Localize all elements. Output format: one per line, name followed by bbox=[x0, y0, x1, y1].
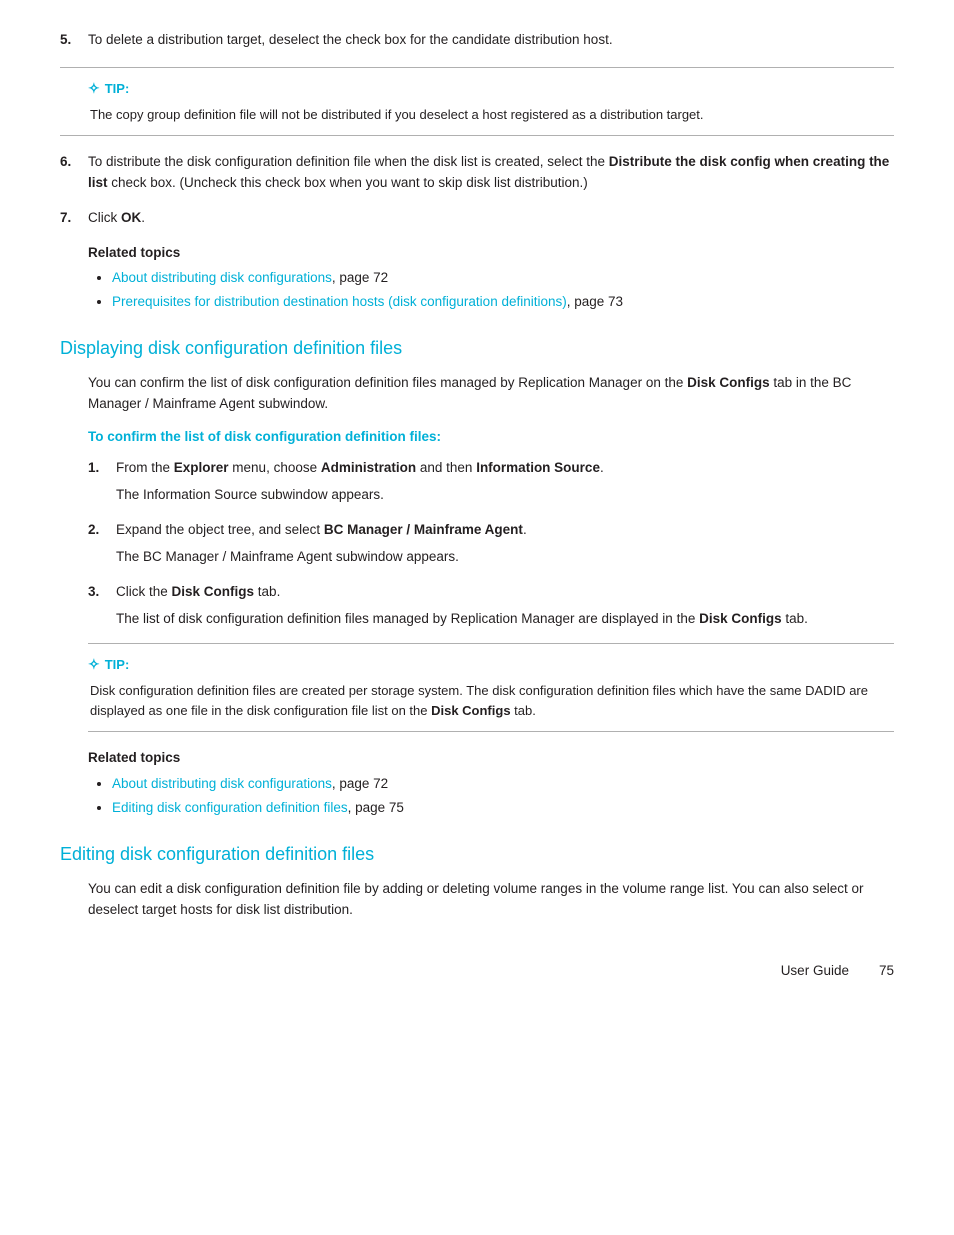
tip-box-1: ✧ TIP: The copy group definition file wi… bbox=[60, 67, 894, 136]
step-7-number: 7. bbox=[60, 208, 88, 229]
related-topics-top: Related topics About distributing disk c… bbox=[60, 243, 894, 314]
d-s3-bold1: Disk Configs bbox=[172, 584, 255, 599]
step-5-number: 5. bbox=[60, 30, 88, 51]
section-editing-intro: You can edit a disk configuration defini… bbox=[88, 879, 894, 921]
related-link-displaying-2[interactable]: Editing disk configuration definition fi… bbox=[112, 800, 348, 815]
tip-box-2: ✧ TIP: Disk configuration definition fil… bbox=[88, 643, 894, 732]
related-topics-label-displaying: Related topics bbox=[88, 748, 894, 769]
step-6-content: To distribute the disk configuration def… bbox=[88, 152, 894, 194]
d-s3-before: Click the bbox=[116, 584, 172, 599]
footer-page-number: 75 bbox=[879, 961, 894, 982]
d-s2-subtext: The BC Manager / Mainframe Agent subwind… bbox=[116, 547, 894, 568]
tip-1-label: ✧ TIP: bbox=[88, 78, 894, 100]
related-page-top-2: , page 73 bbox=[567, 294, 623, 309]
footer-label: User Guide bbox=[781, 961, 849, 982]
related-list-top: About distributing disk configurations, … bbox=[88, 268, 894, 313]
related-item-top-2: Prerequisites for distribution destinati… bbox=[112, 292, 894, 313]
related-page-displaying-1: , page 72 bbox=[332, 776, 388, 791]
section-displaying-body: You can confirm the list of disk configu… bbox=[60, 373, 894, 819]
tip-2-label: ✧ TIP: bbox=[88, 654, 894, 676]
tip-2-label-text: TIP: bbox=[105, 655, 130, 675]
step-6-text-after: check box. (Uncheck this check box when … bbox=[108, 175, 588, 190]
d-s1-subtext: The Information Source subwindow appears… bbox=[116, 485, 894, 506]
d-s3-after: tab. bbox=[254, 584, 280, 599]
step-5: 5. To delete a distribution target, dese… bbox=[60, 30, 894, 51]
step-7-text-before: Click bbox=[88, 210, 121, 225]
related-link-top-1[interactable]: About distributing disk configurations bbox=[112, 270, 332, 285]
intro-text-before: You can confirm the list of disk configu… bbox=[88, 375, 687, 390]
related-list-displaying: About distributing disk configurations, … bbox=[88, 774, 894, 819]
related-topics-displaying: Related topics About distributing disk c… bbox=[88, 748, 894, 819]
related-link-displaying-1[interactable]: About distributing disk configurations bbox=[112, 776, 332, 791]
top-steps-section: 5. To delete a distribution target, dese… bbox=[60, 30, 894, 313]
step-7-text-after: . bbox=[141, 210, 145, 225]
step-6-text-before: To distribute the disk configuration def… bbox=[88, 154, 609, 169]
related-page-displaying-2: , page 75 bbox=[348, 800, 404, 815]
subsection-heading-displaying: To confirm the list of disk configuratio… bbox=[88, 427, 894, 448]
d-s2-after: . bbox=[523, 522, 527, 537]
d-s1-bold2: Administration bbox=[321, 460, 416, 475]
d-s1-mid2: and then bbox=[416, 460, 476, 475]
step-5-content: To delete a distribution target, deselec… bbox=[88, 30, 894, 51]
displaying-step-3-content: Click the Disk Configs tab. The list of … bbox=[116, 582, 894, 630]
tip-2-text-after: tab. bbox=[511, 703, 536, 718]
tip-1-label-text: TIP: bbox=[105, 79, 130, 99]
page-footer: User Guide 75 bbox=[60, 961, 894, 982]
related-item-displaying-2: Editing disk configuration definition fi… bbox=[112, 798, 894, 819]
displaying-step-3-num: 3. bbox=[88, 582, 116, 603]
step-7: 7. Click OK. bbox=[60, 208, 894, 229]
displaying-step-1-content: From the Explorer menu, choose Administr… bbox=[116, 458, 894, 506]
step-7-content: Click OK. bbox=[88, 208, 894, 229]
intro-bold: Disk Configs bbox=[687, 375, 770, 390]
d-s1-before: From the bbox=[116, 460, 174, 475]
displaying-step-3: 3. Click the Disk Configs tab. The list … bbox=[88, 582, 894, 630]
section-editing: Editing disk configuration definition fi… bbox=[60, 841, 894, 921]
displaying-step-1: 1. From the Explorer menu, choose Admini… bbox=[88, 458, 894, 506]
tip-2-bold: Disk Configs bbox=[431, 703, 510, 718]
section-displaying-intro: You can confirm the list of disk configu… bbox=[88, 373, 894, 415]
d-s2-bold1: BC Manager / Mainframe Agent bbox=[324, 522, 523, 537]
related-item-displaying-1: About distributing disk configurations, … bbox=[112, 774, 894, 795]
step-6-number: 6. bbox=[60, 152, 88, 173]
d-s1-after: . bbox=[600, 460, 604, 475]
d-s3-subtext: The list of disk configuration definitio… bbox=[116, 609, 894, 630]
d-s2-before: Expand the object tree, and select bbox=[116, 522, 324, 537]
tip-2-text: Disk configuration definition files are … bbox=[88, 681, 894, 721]
displaying-step-2: 2. Expand the object tree, and select BC… bbox=[88, 520, 894, 568]
section-editing-heading: Editing disk configuration definition fi… bbox=[60, 841, 894, 869]
tip-icon-1: ✧ bbox=[88, 78, 100, 100]
step-6: 6. To distribute the disk configuration … bbox=[60, 152, 894, 194]
displaying-step-2-num: 2. bbox=[88, 520, 116, 541]
displaying-step-1-num: 1. bbox=[88, 458, 116, 479]
tip-1-text: The copy group definition file will not … bbox=[88, 105, 894, 125]
related-topics-label-top: Related topics bbox=[88, 243, 894, 264]
related-link-top-2[interactable]: Prerequisites for distribution destinati… bbox=[112, 294, 567, 309]
section-displaying: Displaying disk configuration definition… bbox=[60, 335, 894, 819]
d-s3-sub-bold: Disk Configs bbox=[699, 611, 782, 626]
displaying-step-2-content: Expand the object tree, and select BC Ma… bbox=[116, 520, 894, 568]
step-5-text: To delete a distribution target, deselec… bbox=[88, 32, 613, 47]
d-s1-mid1: menu, choose bbox=[229, 460, 321, 475]
related-item-top-1: About distributing disk configurations, … bbox=[112, 268, 894, 289]
step-7-bold: OK bbox=[121, 210, 141, 225]
section-displaying-heading: Displaying disk configuration definition… bbox=[60, 335, 894, 363]
related-page-top-1: , page 72 bbox=[332, 270, 388, 285]
tip-icon-2: ✧ bbox=[88, 654, 100, 676]
section-editing-body: You can edit a disk configuration defini… bbox=[60, 879, 894, 921]
d-s1-bold3: Information Source bbox=[476, 460, 600, 475]
d-s1-bold1: Explorer bbox=[174, 460, 229, 475]
